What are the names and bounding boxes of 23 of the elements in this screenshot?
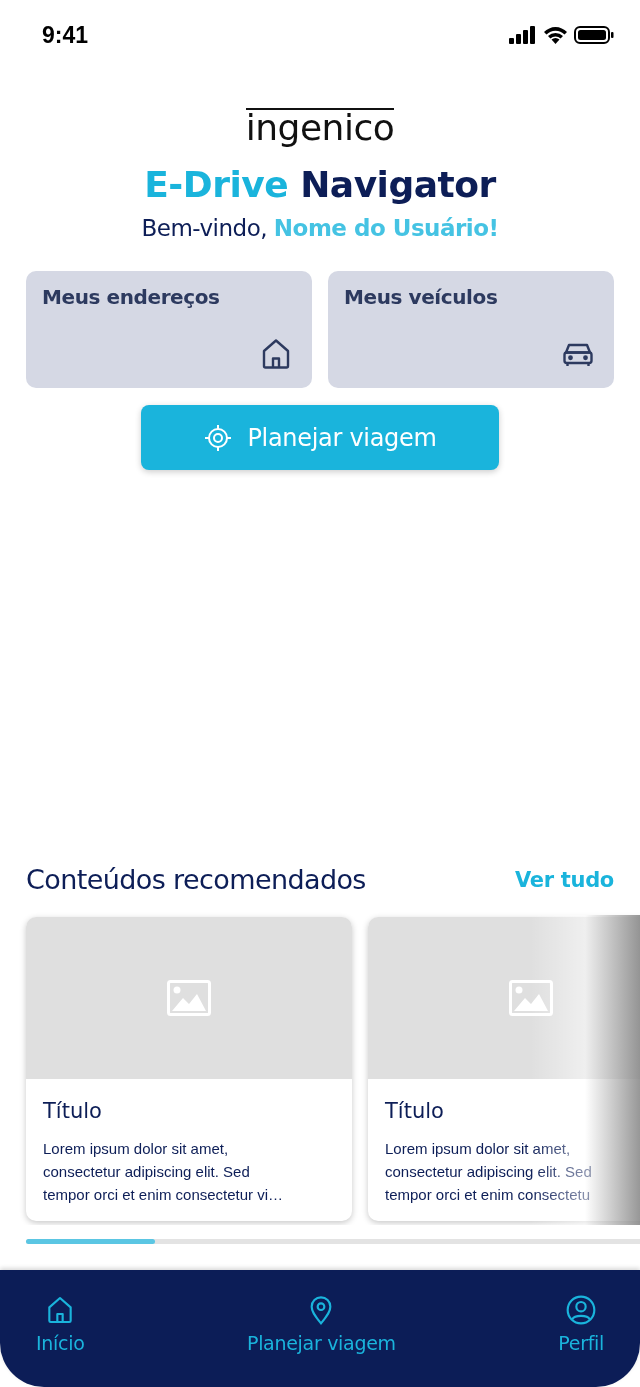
content-card[interactable]: Título Lorem ipsum dolor sit amet, consectetur adipiscing elit. Sed tempor orci et enim consectetur vi… [26,917,352,1221]
card-title: Título [43,1099,103,1123]
nav-item[interactable]: Planejar viagem [238,1294,404,1354]
card-title: Título [385,1099,445,1123]
shortcut-tile[interactable]: Meus endereços [26,271,312,388]
section-heading: Conteúdos recomendados [26,864,366,895]
wifi-icon [543,26,568,44]
signal-icon [509,26,537,44]
profile-icon [565,1294,598,1326]
content-card[interactable]: Título Lorem ipsum dolor sit amet, consectetur adipiscing elit. Sed tempor orci et enim consectetu [368,917,640,1221]
battery-icon [574,26,614,44]
status-time: 9:41 [42,21,89,49]
nav-item[interactable]: Perfil [550,1294,612,1354]
image-placeholder-icon [167,980,211,1016]
image-placeholder-icon [509,980,553,1016]
card-description: Lorem ipsum dolor sit amet, consectetur adipiscing elit. Sed tempor orci et enim consectetur vi… [43,1139,284,1205]
app-title: E-Drive Navigator [144,164,496,205]
logo: ingenico [245,108,395,146]
shortcut-tile[interactable]: Meus veículos [328,271,614,388]
crosshair-icon [203,422,234,453]
card-description: Lorem ipsum dolor sit amet, consectetur adipiscing elit. Sed tempor orci et enim consectetu [385,1139,592,1205]
welcome-text: Bem-vindo, Nome do Usuário! [141,215,499,241]
nav-item[interactable]: Início [28,1294,93,1354]
